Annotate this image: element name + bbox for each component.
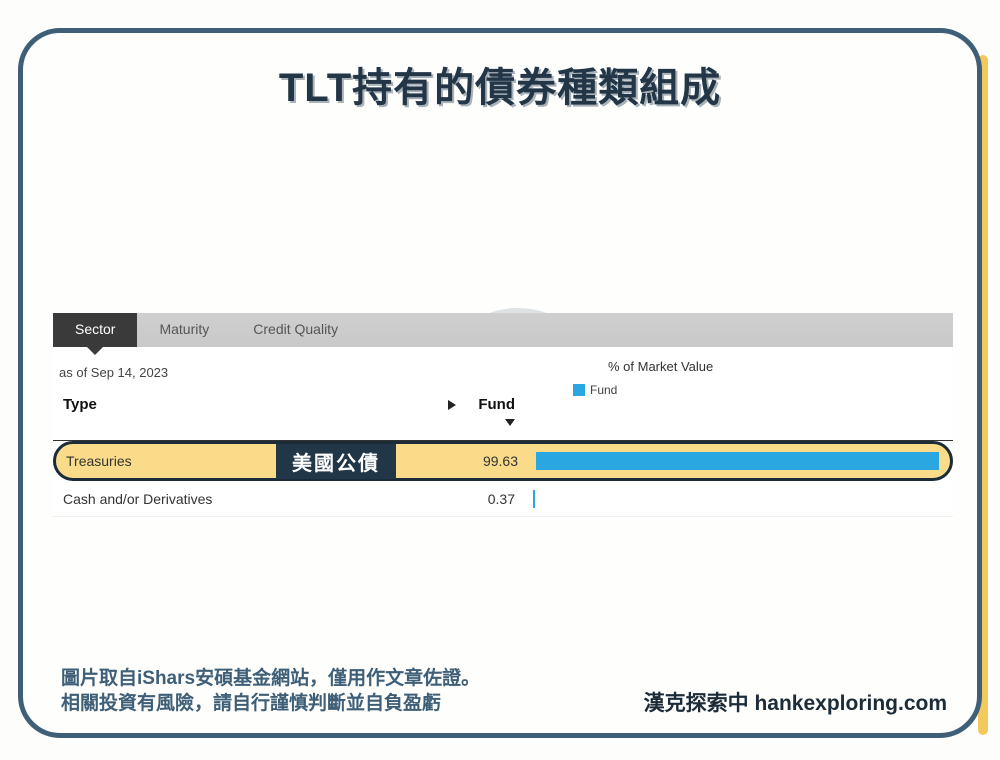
tab-bar: Sector Maturity Credit Quality xyxy=(53,313,953,347)
bar-treasuries xyxy=(536,452,939,470)
legend-swatch-icon xyxy=(573,384,585,396)
tab-credit-quality[interactable]: Credit Quality xyxy=(231,313,360,347)
cell-type: Cash and/or Derivatives xyxy=(63,491,443,507)
annotation-badge: 美國公債 xyxy=(276,444,396,479)
footer: 圖片取自iShars安碩基金網站，僅用作文章佐證。 相關投資有風險，請自行謹慎判… xyxy=(61,666,947,717)
holdings-panel: Sector Maturity Credit Quality as of Sep… xyxy=(53,313,953,517)
table-header: Type Fund xyxy=(53,390,953,441)
sort-desc-icon xyxy=(505,419,515,426)
table-row: Cash and/or Derivatives 0.37 xyxy=(53,481,953,517)
play-icon xyxy=(448,400,456,410)
page-title: TLT持有的債券種類組成 xyxy=(23,55,977,113)
tab-sector[interactable]: Sector xyxy=(53,313,137,347)
legend: Fund xyxy=(573,383,617,397)
table-row: Treasuries 美國公債 99.63 xyxy=(53,441,953,481)
cell-value: 0.37 xyxy=(443,491,533,507)
tab-maturity[interactable]: Maturity xyxy=(137,313,231,347)
legend-label: Fund xyxy=(590,383,617,397)
bar-cell xyxy=(536,452,940,470)
disclaimer-line1: 圖片取自iShars安碩基金網站，僅用作文章佐證。 xyxy=(61,666,480,692)
as-of-date: as of Sep 14, 2023 xyxy=(59,365,953,380)
header-fund[interactable]: Fund xyxy=(443,396,533,430)
disclaimer: 圖片取自iShars安碩基金網站，僅用作文章佐證。 相關投資有風險，請自行謹慎判… xyxy=(61,666,480,717)
main-frame: TLT持有的債券種類組成 HE Sector Maturity Credit Q… xyxy=(18,28,982,738)
disclaimer-line2: 相關投資有風險，請自行謹慎判斷並自負盈虧 xyxy=(61,691,480,717)
chart-title: % of Market Value xyxy=(608,359,713,374)
bar-cell xyxy=(533,490,943,508)
cell-value: 99.63 xyxy=(446,453,536,469)
bar-cash xyxy=(533,490,535,508)
credit: 漢克探索中 hankexploring.com xyxy=(644,687,947,717)
header-type[interactable]: Type xyxy=(63,396,443,430)
